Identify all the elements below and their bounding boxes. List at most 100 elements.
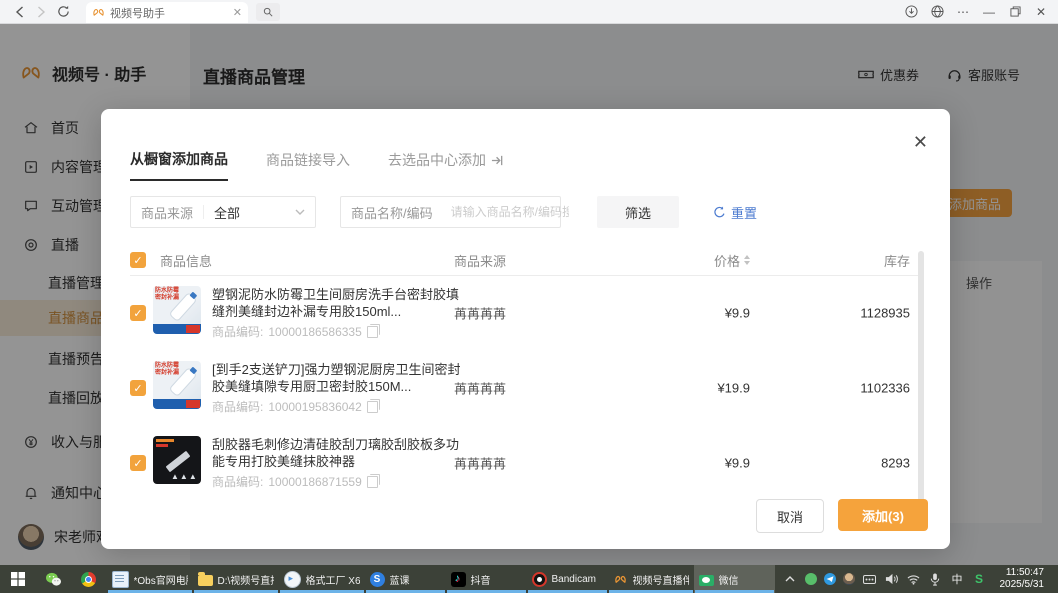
row-checkbox[interactable]: ✓ [130, 380, 146, 396]
clock-time: 11:50:47 [1000, 567, 1045, 579]
copy-icon[interactable] [367, 476, 378, 488]
volume-icon[interactable] [884, 572, 899, 587]
source-select-value: 全部 [214, 203, 295, 222]
product-image: 防水防霉密封补漏 [153, 361, 201, 409]
globe-icon[interactable] [926, 1, 948, 23]
tab-goto-selection-center[interactable]: 去选品中心添加 [388, 149, 504, 181]
browser-tab[interactable]: 视频号助手 ✕ [86, 2, 248, 23]
row-checkbox[interactable]: ✓ [130, 305, 146, 321]
copy-icon[interactable] [367, 401, 378, 413]
tray-expand-icon[interactable] [783, 572, 798, 587]
channels-icon [613, 573, 628, 586]
filter-button[interactable]: 筛选 [597, 196, 679, 228]
chrome-pinned-button[interactable] [71, 565, 107, 593]
product-row[interactable]: ✓ 防水防霉密封补漏 [到手2支送铲刀]强力塑钢泥厨房卫生间密封胶美缝填隙专用厨… [130, 356, 921, 420]
tray-device-icon[interactable] [862, 572, 877, 587]
menu-dots-icon[interactable]: ⋯ [952, 1, 974, 23]
input-language-indicator[interactable]: 中 [950, 572, 965, 587]
taskbar-app-bandicam[interactable]: Bandicam [527, 565, 608, 593]
product-image: ▲▲▲ [153, 436, 201, 484]
system-tray: 中 S 11:50:47 2025/5/31 [775, 565, 1058, 593]
restore-icon[interactable] [1004, 1, 1026, 23]
tray-avatar-icon[interactable] [843, 573, 855, 585]
tab-add-from-showcase[interactable]: 从橱窗添加商品 [130, 149, 228, 181]
lanke-icon: S [370, 572, 385, 587]
chevron-down-icon [295, 209, 305, 216]
taskbar-app-wechat-window[interactable]: 微信 [694, 565, 775, 593]
windows-taskbar: *Obs官网电脑... D:\视频号直播... 格式工厂 X64 ... S 蓝… [0, 565, 1058, 593]
product-code: 商品编码: 10000186586335 [212, 323, 464, 340]
download-icon[interactable] [900, 1, 922, 23]
product-code: 商品编码: 10000195836042 [212, 398, 464, 415]
column-stock: 库存 [810, 251, 910, 270]
cancel-button[interactable]: 取消 [756, 499, 824, 533]
taskbar-clock[interactable]: 11:50:47 2025/5/31 [994, 567, 1051, 591]
product-name: 塑钢泥防水防霉卫生间厨房洗手台密封胶填缝剂美缝封边补漏专用胶150ml... [212, 286, 464, 320]
source-select[interactable]: 商品来源 全部 [130, 196, 316, 228]
browser-toolbar: 视频号助手 ✕ ⋯ — ✕ [0, 0, 1058, 24]
tray-wechat-icon[interactable] [805, 573, 817, 585]
browser-back-icon[interactable] [8, 1, 30, 23]
modal-tabs: 从橱窗添加商品 商品链接导入 去选品中心添加 [130, 149, 504, 181]
external-link-icon [491, 154, 504, 167]
product-name: [到手2支送铲刀]强力塑钢泥厨房卫生间密封胶美缝填隙专用厨卫密封胶150M... [212, 361, 464, 395]
douyin-icon [451, 572, 466, 587]
browser-refresh-icon[interactable] [52, 1, 74, 23]
search-icon [263, 7, 273, 17]
window-close-icon[interactable]: ✕ [1030, 1, 1052, 23]
reset-refresh-icon [713, 206, 726, 219]
product-search-field[interactable]: 商品名称/编码 [340, 196, 561, 228]
row-checkbox[interactable]: ✓ [130, 455, 146, 471]
clock-date: 2025/5/31 [1000, 579, 1045, 591]
bandicam-icon [532, 572, 547, 587]
sort-icon[interactable] [744, 255, 750, 265]
add-products-modal: ✕ 从橱窗添加商品 商品链接导入 去选品中心添加 商品来源 全部 商品名称/编码… [101, 109, 950, 549]
format-factory-icon [284, 571, 301, 588]
browser-forward-icon[interactable] [30, 1, 52, 23]
modal-close-icon[interactable]: ✕ [913, 133, 928, 151]
taskbar-app-lanke[interactable]: S 蓝课 [365, 565, 446, 593]
tab-title: 视频号助手 [110, 5, 228, 21]
product-row[interactable]: ✓ ▲▲▲ 刮胶器毛刺修边清硅胶刮刀璃胶刮胶板多功能专用打胶美缝抹胶神器 商品编… [130, 431, 921, 495]
taskbar-app-channels-live[interactable]: 视频号直播伴侣 [608, 565, 694, 593]
tab-import-by-link[interactable]: 商品链接导入 [266, 149, 350, 181]
browser-search-button[interactable] [256, 3, 280, 21]
product-source: 苒苒苒苒 [454, 454, 506, 473]
search-field-label: 商品名称/编码 [351, 203, 433, 222]
search-input[interactable] [449, 204, 571, 220]
product-source: 苒苒苒苒 [454, 379, 506, 398]
wechat-pinned-button[interactable] [36, 565, 72, 593]
minimize-icon[interactable]: — [978, 1, 1000, 23]
folder-icon [198, 575, 213, 586]
channels-favicon-icon [92, 6, 105, 19]
wifi-icon[interactable] [906, 572, 921, 587]
source-select-label: 商品来源 [141, 203, 193, 222]
notepad-icon [112, 571, 129, 588]
product-row[interactable]: ✓ 防水防霉密封补漏 塑钢泥防水防霉卫生间厨房洗手台密封胶填缝剂美缝封边补漏专用… [130, 281, 921, 345]
windows-logo-icon [11, 572, 25, 586]
microphone-icon[interactable] [928, 572, 943, 587]
wechat-window-icon [699, 575, 714, 586]
product-code: 商品编码: 10000186871559 [212, 473, 464, 490]
product-source: 苒苒苒苒 [454, 304, 506, 323]
confirm-add-button[interactable]: 添加(3) [838, 499, 928, 531]
tab-close-icon[interactable]: ✕ [233, 6, 242, 19]
select-all-checkbox[interactable]: ✓ [130, 252, 146, 268]
taskbar-app-format-factory[interactable]: 格式工厂 X64 ... [279, 565, 365, 593]
modal-scrollbar[interactable] [918, 251, 924, 503]
taskbar-app-explorer[interactable]: D:\视频号直播... [193, 565, 279, 593]
column-price[interactable]: 价格 [670, 251, 750, 270]
product-image: 防水防霉密封补漏 [153, 286, 201, 334]
reset-button[interactable]: 重置 [713, 203, 757, 222]
start-button[interactable] [0, 565, 36, 593]
copy-icon[interactable] [367, 326, 378, 338]
sogou-icon[interactable]: S [972, 572, 987, 587]
tray-telegram-icon[interactable] [824, 573, 836, 585]
product-name: 刮胶器毛刺修边清硅胶刮刀璃胶刮胶板多功能专用打胶美缝抹胶神器 [212, 436, 464, 470]
column-product-source: 商品来源 [454, 251, 506, 270]
product-stock: 1128935 [810, 306, 910, 321]
chrome-icon [81, 572, 96, 587]
taskbar-app-obs-notes[interactable]: *Obs官网电脑... [107, 565, 193, 593]
taskbar-app-douyin[interactable]: 抖音 [446, 565, 527, 593]
table-header: ✓ 商品信息 商品来源 价格 库存 [130, 247, 921, 273]
